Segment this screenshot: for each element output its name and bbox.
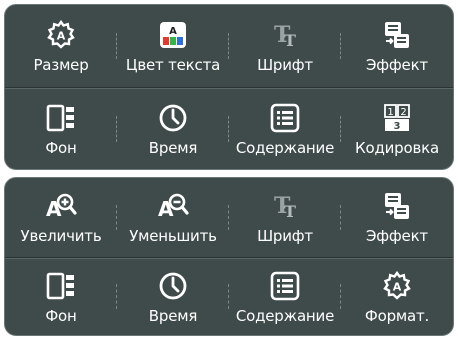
clock-icon — [156, 101, 190, 135]
svg-text:T: T — [284, 202, 296, 221]
encoding-button[interactable]: 12 3 Кодировка — [341, 88, 453, 169]
bottom-row-1: A Увеличить A Уменьшить TT Шрифт Эффект — [5, 178, 453, 258]
time-button[interactable]: Время — [117, 88, 229, 169]
svg-text:A: A — [393, 280, 402, 293]
contents-button[interactable]: Содержание — [229, 88, 341, 169]
reader-settings-panel-top: A Размер A Цвет текста TT Шрифт Эффект Ф… — [4, 4, 454, 170]
zoom-in-button[interactable]: A Увеличить — [5, 178, 117, 257]
size-label: Размер — [33, 56, 89, 74]
text-color-button[interactable]: A Цвет текста — [117, 5, 229, 87]
effect-icon — [380, 189, 414, 223]
time-label: Время — [148, 306, 198, 325]
gear-a-icon: A — [44, 18, 78, 52]
top-row-1: A Размер A Цвет текста TT Шрифт Эффект — [5, 5, 453, 89]
svg-text:T: T — [284, 31, 296, 50]
font-label: Шрифт — [257, 227, 313, 246]
top-row-2: Фон Время Содержание 12 3 Кодировка — [5, 87, 453, 169]
font-tt-icon: TT — [268, 189, 302, 223]
encoding-icon: 12 3 — [380, 101, 414, 135]
background-icon — [44, 101, 78, 135]
effect-icon — [380, 18, 414, 52]
zoom-out-label: Уменьшить — [129, 227, 217, 246]
background-label: Фон — [45, 139, 77, 157]
format-button[interactable]: A Формат. — [341, 258, 453, 336]
effect-button[interactable]: Эффект — [341, 5, 453, 87]
font-button-disabled-2[interactable]: TT Шрифт — [229, 178, 341, 257]
background-label: Фон — [45, 306, 77, 325]
background-button[interactable]: Фон — [5, 88, 117, 169]
contents-label: Содержание — [235, 306, 335, 325]
encoding-digit-2: 2 — [400, 107, 406, 118]
font-tt-icon: TT — [268, 18, 302, 52]
font-button-disabled[interactable]: TT Шрифт — [229, 5, 341, 87]
svg-text:A: A — [57, 30, 66, 43]
color-grid-icon: A — [156, 18, 190, 52]
time-label: Время — [148, 139, 198, 157]
time-button-2[interactable]: Время — [117, 258, 229, 336]
zoom-in-a-icon: A — [44, 189, 78, 223]
zoom-out-a-icon: A — [156, 189, 190, 223]
zoom-in-label: Увеличить — [20, 227, 102, 246]
encoding-digit-3: 3 — [394, 121, 401, 132]
background-icon — [44, 269, 78, 303]
encoding-label: Кодировка — [355, 139, 439, 157]
reader-settings-panel-bottom: A Увеличить A Уменьшить TT Шрифт Эффект — [4, 177, 454, 336]
effect-label: Эффект — [366, 56, 428, 74]
encoding-digit-1: 1 — [387, 107, 393, 118]
size-button[interactable]: A Размер — [5, 5, 117, 87]
format-label: Формат. — [364, 306, 430, 325]
font-label: Шрифт — [257, 56, 313, 74]
svg-text:A: A — [169, 26, 177, 37]
contents-label: Содержание — [235, 139, 335, 157]
list-icon — [268, 269, 302, 303]
bottom-row-2: Фон Время Содержание A Формат. — [5, 256, 453, 336]
background-button-2[interactable]: Фон — [5, 258, 117, 336]
clock-icon — [156, 269, 190, 303]
zoom-out-button[interactable]: A Уменьшить — [117, 178, 229, 257]
text-color-label: Цвет текста — [125, 56, 221, 74]
effect-button-2[interactable]: Эффект — [341, 178, 453, 257]
contents-button-2[interactable]: Содержание — [229, 258, 341, 336]
effect-label: Эффект — [366, 227, 428, 246]
gear-a-icon: A — [380, 269, 414, 303]
list-icon — [268, 101, 302, 135]
